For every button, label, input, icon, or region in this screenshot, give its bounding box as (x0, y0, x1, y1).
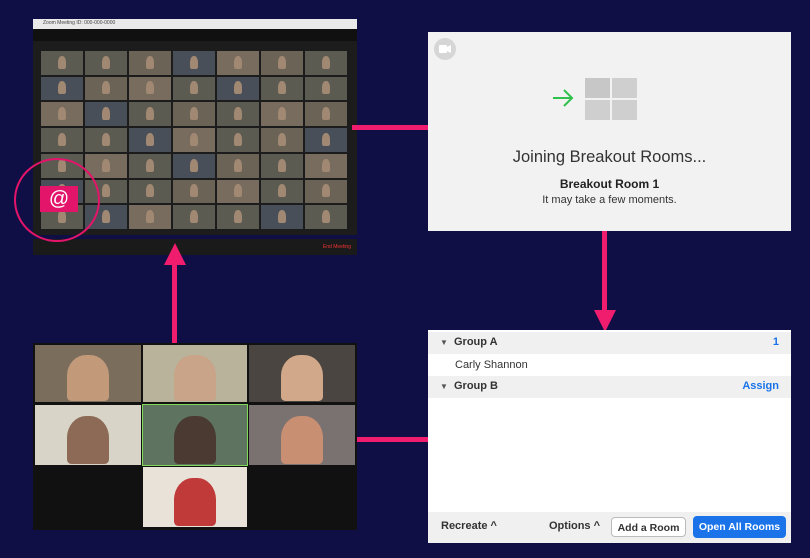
participant-tile (217, 205, 259, 229)
participant-tile (217, 102, 259, 127)
collapse-triangle-icon[interactable]: ▼ (440, 382, 448, 391)
participant-video (280, 355, 324, 401)
recreate-button[interactable]: Recreate ^ (441, 520, 497, 532)
member-name[interactable]: Carly Shannon (455, 359, 528, 371)
breakout-participant-tile (249, 405, 355, 465)
meeting-topbar (33, 29, 357, 41)
participant-tile (129, 128, 171, 152)
participant-tile (217, 51, 259, 75)
participant-tile (261, 76, 303, 101)
participant-tile (261, 128, 303, 152)
participant-tile (85, 76, 127, 101)
participant-tile (41, 51, 83, 75)
participant-tile (217, 153, 259, 178)
participant-tile (173, 205, 215, 229)
participant-tile (129, 76, 171, 101)
joining-subtitle: It may take a few moments. (542, 194, 677, 206)
open-all-rooms-button[interactable]: Open All Rooms (693, 516, 786, 538)
participant-tile (129, 102, 171, 127)
participant-tile (173, 179, 215, 204)
participant-tile (261, 102, 303, 127)
participant-video (174, 415, 216, 464)
breakout-participant-tile (249, 345, 355, 402)
window-titlebar: Zoom Meeting ID: 000-000-0000 (33, 19, 357, 29)
enter-arrow-icon (553, 89, 574, 107)
joining-title: Joining Breakout Rooms... (512, 148, 707, 166)
participant-tile (217, 76, 259, 101)
breakout-participant-tile (142, 404, 248, 466)
participant-tile (217, 179, 259, 204)
participant-video (174, 355, 216, 401)
add-room-button[interactable]: Add a Room (611, 517, 686, 537)
participant-tile (129, 205, 171, 229)
participant-tile (85, 102, 127, 127)
group-count: 1 (772, 336, 779, 348)
group-row-a[interactable]: ▼ Group A 1 (428, 332, 791, 354)
options-label: Options (549, 520, 591, 532)
participant-tile (261, 51, 303, 75)
participant-video (174, 477, 216, 526)
group-row-b[interactable]: ▼ Group B Assign (428, 376, 791, 398)
group-name: Group B (454, 380, 498, 392)
collapse-triangle-icon[interactable]: ▼ (440, 338, 448, 347)
arrow-head-down (594, 310, 616, 332)
window-title: Zoom Meeting ID: 000-000-0000 (43, 20, 116, 26)
participant-tile (261, 153, 303, 178)
participant-tile (173, 102, 215, 127)
participant-tile (129, 51, 171, 75)
participant-tile (261, 205, 303, 229)
arrow-head-up (164, 243, 186, 265)
participant-tile (173, 51, 215, 75)
breakout-participant-tile (143, 345, 247, 402)
participant-tile (261, 179, 303, 204)
participant-video (66, 355, 110, 401)
participant-tile (217, 128, 259, 152)
group-name: Group A (454, 336, 498, 348)
breakout-participant-tile (35, 345, 141, 402)
participant-tile (305, 153, 347, 178)
participant-tile (41, 102, 83, 127)
assign-link[interactable]: Assign (742, 380, 779, 392)
participant-video (66, 415, 110, 464)
participant-tile (85, 128, 127, 152)
options-button[interactable]: Options ^ (549, 520, 600, 532)
participant-tile (305, 205, 347, 229)
participant-tile (129, 179, 171, 204)
rooms-grid-icon (585, 78, 637, 120)
participant-tile (173, 153, 215, 178)
breakout-participant-tile (35, 405, 141, 465)
participant-tile (41, 76, 83, 101)
participant-tile (173, 76, 215, 101)
recreate-label: Recreate (441, 520, 488, 532)
participant-tile (129, 153, 171, 178)
participant-tile (305, 128, 347, 152)
at-mention-icon: @ (40, 186, 78, 212)
participant-tile (85, 51, 127, 75)
participant-video (280, 415, 324, 464)
participant-tile (305, 179, 347, 204)
participant-tile (305, 51, 347, 75)
meeting-control-bar: End Meeting (33, 239, 357, 255)
breakout-participant-tile (143, 467, 247, 527)
camera-icon (434, 38, 456, 60)
participant-tile (41, 128, 83, 152)
participant-tile (305, 76, 347, 101)
arrow-to-main-window (172, 262, 177, 352)
end-meeting-button[interactable]: End Meeting (323, 244, 351, 250)
participant-tile (173, 128, 215, 152)
breakout-room-name: Breakout Room 1 (559, 177, 660, 191)
participant-tile (305, 102, 347, 127)
